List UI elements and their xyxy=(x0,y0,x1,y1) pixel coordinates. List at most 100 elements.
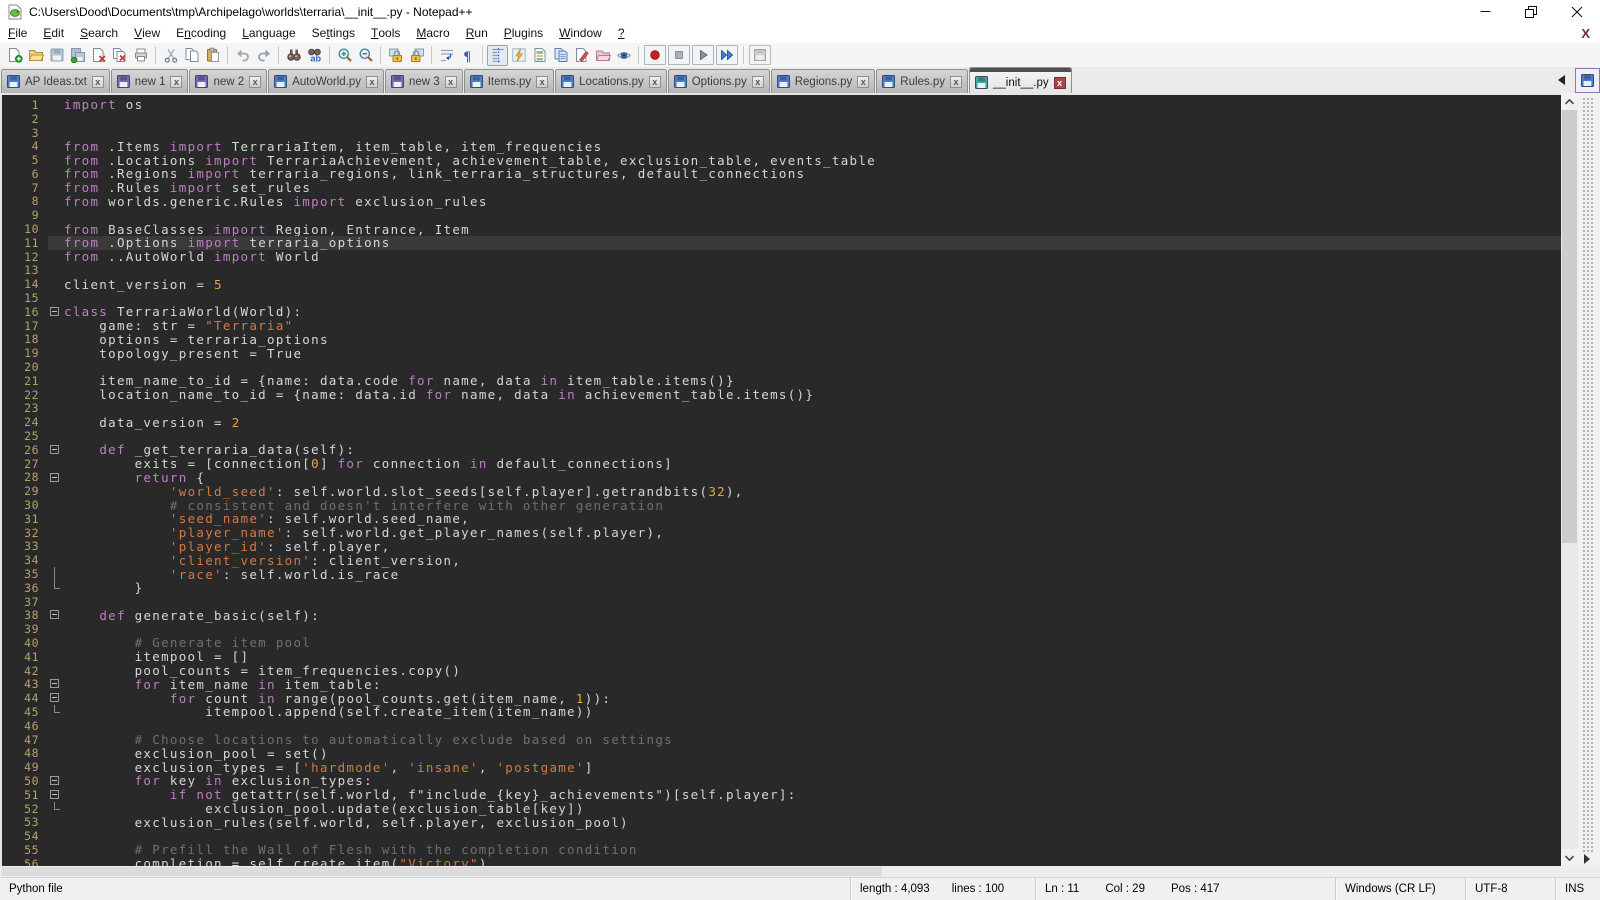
save-icon[interactable] xyxy=(46,45,67,66)
code-line[interactable]: 35 'race': self.world.is_race xyxy=(2,567,1561,581)
code-line[interactable]: 38 def generate_basic(self): xyxy=(2,608,1561,622)
fold-collapse-icon[interactable] xyxy=(48,305,64,319)
code-line[interactable]: 43 for item_name in item_table: xyxy=(2,677,1561,691)
code-line[interactable]: 7from .Rules import set_rules xyxy=(2,181,1561,195)
zoom-out-icon[interactable] xyxy=(355,45,376,66)
close-all-icon[interactable] xyxy=(109,45,130,66)
tab-ap-ideas.txt[interactable]: AP Ideas.txtx xyxy=(1,69,110,93)
menu-macro[interactable]: Macro xyxy=(408,23,457,43)
code-line[interactable]: 54 xyxy=(2,829,1561,843)
code-line[interactable]: 4from .Items import TerrariaItem, item_t… xyxy=(2,139,1561,153)
code-line[interactable]: 45 itempool.append(self.create_item(item… xyxy=(2,705,1561,719)
dock-splitter-grip[interactable] xyxy=(1578,93,1600,866)
menu-encoding[interactable]: Encoding xyxy=(168,23,234,43)
tab-rules.py[interactable]: Rules.pyx xyxy=(876,69,968,93)
code-line[interactable]: 6from .Regions import terraria_regions, … xyxy=(2,167,1561,181)
code-line[interactable]: 33 'player_id': self.player, xyxy=(2,540,1561,554)
new-file-icon[interactable] xyxy=(4,45,25,66)
code-line[interactable]: 29 'world_seed': self.world.slot_seeds[s… xyxy=(2,484,1561,498)
menu-language[interactable]: Language xyxy=(234,23,303,43)
status-eol-format[interactable]: Windows (CR LF) xyxy=(1335,878,1465,900)
replace-icon[interactable]: ab xyxy=(304,45,325,66)
code-line[interactable]: 42 pool_counts = item_frequencies.copy() xyxy=(2,664,1561,678)
code-line[interactable]: 44 for count in range(pool_counts.get(it… xyxy=(2,691,1561,705)
code-line[interactable]: 24 data_version = 2 xyxy=(2,415,1561,429)
macro-play-icon[interactable] xyxy=(692,45,714,65)
macro-stop-icon[interactable] xyxy=(668,45,690,65)
code-line[interactable]: 37 xyxy=(2,595,1561,609)
macro-save-icon[interactable] xyxy=(749,45,771,65)
fold-collapse-icon[interactable] xyxy=(48,608,64,622)
vertical-scrollbar[interactable] xyxy=(1561,93,1578,866)
code-line[interactable]: 8from worlds.generic.Rules import exclus… xyxy=(2,195,1561,209)
code-line[interactable]: 19 topology_present = True xyxy=(2,346,1561,360)
code-line[interactable]: 41 itempool = [] xyxy=(2,650,1561,664)
code-line[interactable]: 14client_version = 5 xyxy=(2,277,1561,291)
code-line[interactable]: 32 'player_name': self.world.get_player_… xyxy=(2,526,1561,540)
menu-?[interactable]: ? xyxy=(610,23,633,43)
minimize-button[interactable] xyxy=(1462,0,1508,23)
code-line[interactable]: 39 xyxy=(2,622,1561,636)
code-line[interactable]: 18 options = terraria_options xyxy=(2,333,1561,347)
sync-horizontal-icon[interactable] xyxy=(406,45,427,66)
code-line[interactable]: 53 exclusion_rules(self.world, self.play… xyxy=(2,815,1561,829)
tab-locations.py[interactable]: Locations.pyx xyxy=(555,69,667,93)
code-line[interactable]: 13 xyxy=(2,264,1561,278)
title-bar[interactable]: C:\Users\Dood\Documents\tmp\Archipelago\… xyxy=(0,0,1600,23)
fold-collapse-icon[interactable] xyxy=(48,691,64,705)
horizontal-scrollbar[interactable] xyxy=(0,866,1600,877)
code-line[interactable]: 48 exclusion_pool = set() xyxy=(2,746,1561,760)
code-line[interactable]: 55 # Prefill the Wall of Flesh with the … xyxy=(2,843,1561,857)
code-line[interactable]: 56 completion = self.create_item("Victor… xyxy=(2,857,1561,866)
fold-collapse-icon[interactable] xyxy=(48,677,64,691)
tab-close-icon[interactable]: x xyxy=(536,76,548,88)
function-list-icon[interactable] xyxy=(508,45,529,66)
fold-collapse-icon[interactable] xyxy=(48,443,64,457)
fold-collapse-icon[interactable] xyxy=(48,788,64,802)
code-line[interactable]: 22 location_name_to_id = {name: data.id … xyxy=(2,388,1561,402)
fold-collapse-icon[interactable] xyxy=(48,471,64,485)
fold-collapse-icon[interactable] xyxy=(48,774,64,788)
code-line[interactable]: 27 exits = [connection[0] for connection… xyxy=(2,457,1561,471)
horizontal-scrollbar-thumb[interactable] xyxy=(2,867,882,876)
menu-window[interactable]: Window xyxy=(551,23,610,43)
document-list-icon[interactable] xyxy=(550,45,571,66)
tab-regions.py[interactable]: Regions.pyx xyxy=(771,69,876,93)
document-map-icon[interactable] xyxy=(529,45,550,66)
open-icon[interactable] xyxy=(25,45,46,66)
tab-close-icon[interactable]: x xyxy=(92,76,104,88)
tab-new-1[interactable]: new 1x xyxy=(111,69,189,93)
tab-close-icon[interactable]: x xyxy=(1054,77,1066,89)
code-line[interactable]: 36 } xyxy=(2,581,1561,595)
code-line[interactable]: 16class TerrariaWorld(World): xyxy=(2,305,1561,319)
code-editor[interactable]: 1import os234from .Items import Terraria… xyxy=(0,93,1561,866)
tab-new-3[interactable]: new 3x xyxy=(385,69,463,93)
tab-scroll-left-icon[interactable] xyxy=(1558,75,1565,85)
code-line[interactable]: 52 exclusion_pool.update(exclusion_table… xyxy=(2,802,1561,816)
close-icon[interactable] xyxy=(88,45,109,66)
code-line[interactable]: 5from .Locations import TerrariaAchievem… xyxy=(2,153,1561,167)
restore-button[interactable] xyxy=(1508,0,1554,23)
grip-expand-icon[interactable] xyxy=(1584,854,1590,864)
code-line[interactable]: 11from .Options import terraria_options xyxy=(2,236,1561,250)
menu-search[interactable]: Search xyxy=(72,23,126,43)
code-line[interactable]: 15 xyxy=(2,291,1561,305)
redo-icon[interactable] xyxy=(253,45,274,66)
code-line[interactable]: 9 xyxy=(2,208,1561,222)
code-line[interactable]: 17 game: str = "Terraria" xyxy=(2,319,1561,333)
close-document-icon[interactable]: X xyxy=(1581,27,1590,40)
tab-close-icon[interactable]: x xyxy=(752,76,764,88)
close-button[interactable] xyxy=(1554,0,1600,23)
folder-as-workspace-icon[interactable] xyxy=(592,45,613,66)
cut-icon[interactable] xyxy=(160,45,181,66)
print-icon[interactable] xyxy=(130,45,151,66)
indent-guide-icon[interactable] xyxy=(487,45,508,66)
tab-close-icon[interactable]: x xyxy=(950,76,962,88)
scroll-up-icon[interactable] xyxy=(1561,93,1578,110)
vertical-scrollbar-thumb[interactable] xyxy=(1562,110,1577,543)
find-icon[interactable] xyxy=(283,45,304,66)
tab-__init__.py[interactable]: __init__.pyx xyxy=(969,67,1072,93)
menu-settings[interactable]: Settings xyxy=(304,23,363,43)
macro-record-icon[interactable] xyxy=(644,45,666,65)
code-line[interactable]: 28 return { xyxy=(2,471,1561,485)
